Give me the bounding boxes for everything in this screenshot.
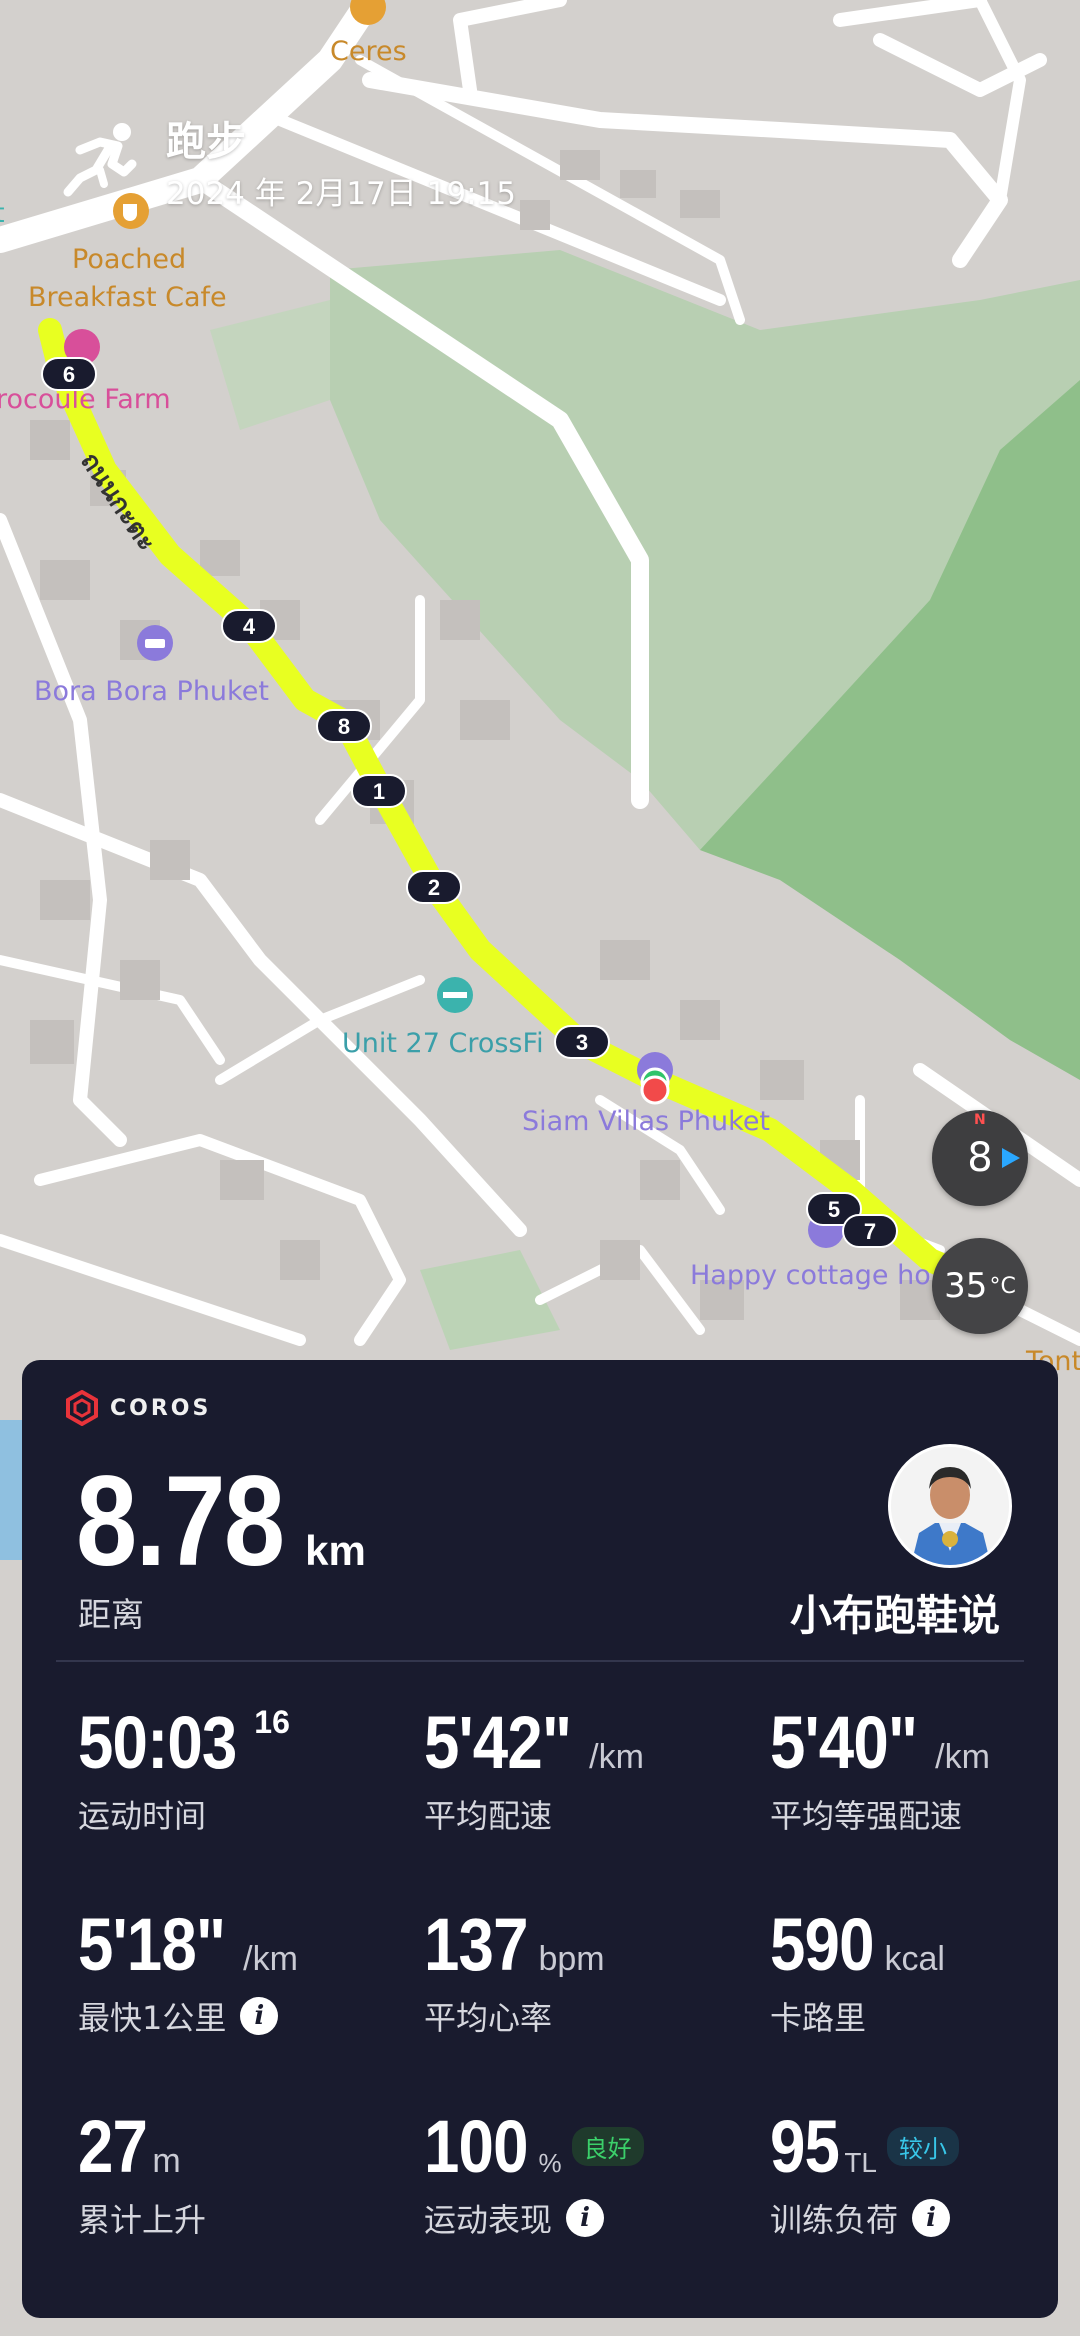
activity-header: 跑步 2024 年 2月17日 19:15 — [60, 120, 516, 214]
calories-unit: kcal — [884, 1940, 945, 1978]
activity-datetime: 2024 年 2月17日 19:15 — [166, 176, 516, 212]
bed-glyph — [145, 639, 165, 648]
temperature-unit: °C — [989, 1273, 1016, 1299]
avg-hr-value: 137 — [424, 1903, 528, 1986]
svg-text:7: 7 — [864, 1219, 876, 1244]
poi-poached-line1: Poached — [72, 244, 186, 275]
km-marker-2[interactable]: 2 — [406, 870, 462, 904]
avg-hr-unit: bpm — [538, 1940, 605, 1978]
poi-ceres: Ceres — [330, 36, 407, 67]
poi-crossfit: Unit 27 CrossFi — [342, 1028, 544, 1059]
stat-ascent: 27 m 累计上升 — [78, 2104, 206, 2241]
activity-title: 跑步 — [166, 119, 246, 165]
poi-poached-line2: Breakfast Cafe — [28, 282, 227, 313]
distance: 8.78 km — [76, 1448, 366, 1595]
compass-north-label: N — [974, 1112, 986, 1128]
km-marker-7[interactable]: 7 — [842, 1214, 898, 1248]
poi-left-t: t — [0, 198, 5, 229]
svg-text:3: 3 — [576, 1030, 588, 1055]
fastest-km-value: 5'18" — [78, 1903, 226, 1986]
distance-value: 8.78 — [76, 1450, 285, 1593]
avg-hr-label: 平均心率 — [424, 1999, 553, 2037]
poi-happy: Happy cottage ho — [690, 1260, 931, 1291]
ascent-unit: m — [152, 2142, 181, 2180]
avg-grade-pace-unit: /km — [935, 1738, 990, 1776]
brand-name: COROS — [110, 1395, 212, 1421]
stat-avg-pace: 5'42" /km 平均配速 — [424, 1700, 644, 1837]
svg-text:4: 4 — [243, 614, 256, 639]
fastest-km-unit: /km — [243, 1940, 298, 1978]
start-marker — [640, 1075, 670, 1105]
avg-pace-value: 5'42" — [424, 1701, 572, 1784]
stat-duration: 50:03 16 运动时间 — [78, 1700, 290, 1837]
km-marker-6[interactable]: 6 — [41, 357, 97, 391]
avatar-image — [891, 1447, 1009, 1565]
svg-text:6: 6 — [63, 362, 75, 387]
svg-text:5: 5 — [828, 1197, 840, 1222]
compass-value: 8 — [967, 1135, 993, 1181]
avg-grade-pace-label: 平均等强配速 — [770, 1797, 963, 1835]
distance-unit: km — [305, 1527, 366, 1574]
info-icon[interactable]: i — [240, 1997, 279, 2035]
temperature-badge[interactable]: 35 °C — [932, 1238, 1028, 1334]
ascent-value: 27 — [78, 2105, 148, 2188]
fastest-km-label: 最快1公里 — [78, 1999, 227, 2037]
stat-avg-grade-pace: 5'40" /km 平均等强配速 — [770, 1700, 990, 1837]
km-marker-3[interactable]: 3 — [554, 1025, 610, 1059]
avg-grade-pace-value: 5'40" — [770, 1701, 918, 1784]
stat-avg-hr: 137 bpm 平均心率 — [424, 1902, 605, 2039]
poi-siam: Siam Villas Phuket — [522, 1106, 770, 1137]
divider — [56, 1660, 1024, 1662]
svg-text:2: 2 — [428, 875, 440, 900]
stat-calories: 590 kcal 卡路里 — [770, 1902, 945, 2039]
runner-icon — [63, 123, 137, 197]
duration-value: 50:03 — [78, 1701, 237, 1784]
stat-fastest-km: 5'18" /km 最快1公里 i — [78, 1902, 298, 2039]
performance-unit: % — [538, 2148, 562, 2178]
training-load-unit: TL — [844, 2147, 877, 2178]
training-load-value: 95 — [770, 2105, 840, 2188]
stat-training-load: 95 TL 较小 训练负荷 i — [770, 2104, 959, 2241]
performance-value: 100 — [424, 2105, 528, 2188]
compass-button[interactable]: N 8 — [932, 1110, 1028, 1206]
km-marker-1[interactable]: 1 — [351, 774, 407, 808]
dumbbell-glyph — [443, 992, 467, 998]
performance-label: 运动表现 — [424, 2201, 553, 2239]
info-icon[interactable]: i — [566, 2199, 605, 2237]
km-marker-4[interactable]: 4 — [221, 609, 277, 643]
training-load-badge: 较小 — [887, 2127, 959, 2166]
training-load-label: 训练负荷 — [770, 2201, 899, 2239]
svg-text:1: 1 — [373, 779, 385, 804]
info-icon[interactable]: i — [912, 2199, 951, 2237]
stats-panel: COROS 8.78 km 距离 小布跑鞋说 50:03 16 运动时间 5'4… — [22, 1360, 1058, 2318]
svg-text:8: 8 — [338, 714, 350, 739]
performance-badge: 良好 — [571, 2127, 644, 2166]
duration-label: 运动时间 — [78, 1797, 207, 1835]
brand: COROS — [64, 1390, 211, 1426]
avg-pace-unit: /km — [589, 1738, 644, 1776]
author-name: 小布跑鞋说 — [789, 1591, 1000, 1640]
km-marker-8[interactable]: 8 — [316, 709, 372, 743]
compass-arrow-icon — [1002, 1148, 1020, 1168]
coros-logo-icon — [66, 1390, 98, 1426]
calories-label: 卡路里 — [770, 1999, 867, 2037]
poi-bora: Bora Bora Phuket — [34, 676, 269, 707]
duration-seconds-fraction: 16 — [254, 1704, 290, 1740]
calories-value: 590 — [770, 1903, 874, 1986]
temperature-value: 35 — [944, 1266, 988, 1306]
stat-performance: 100 % 良好 运动表现 i — [424, 2104, 644, 2241]
avatar[interactable] — [888, 1444, 1012, 1568]
ascent-label: 累计上升 — [78, 2201, 207, 2239]
avg-pace-label: 平均配速 — [424, 1797, 553, 1835]
distance-label: 距离 — [78, 1595, 144, 1634]
